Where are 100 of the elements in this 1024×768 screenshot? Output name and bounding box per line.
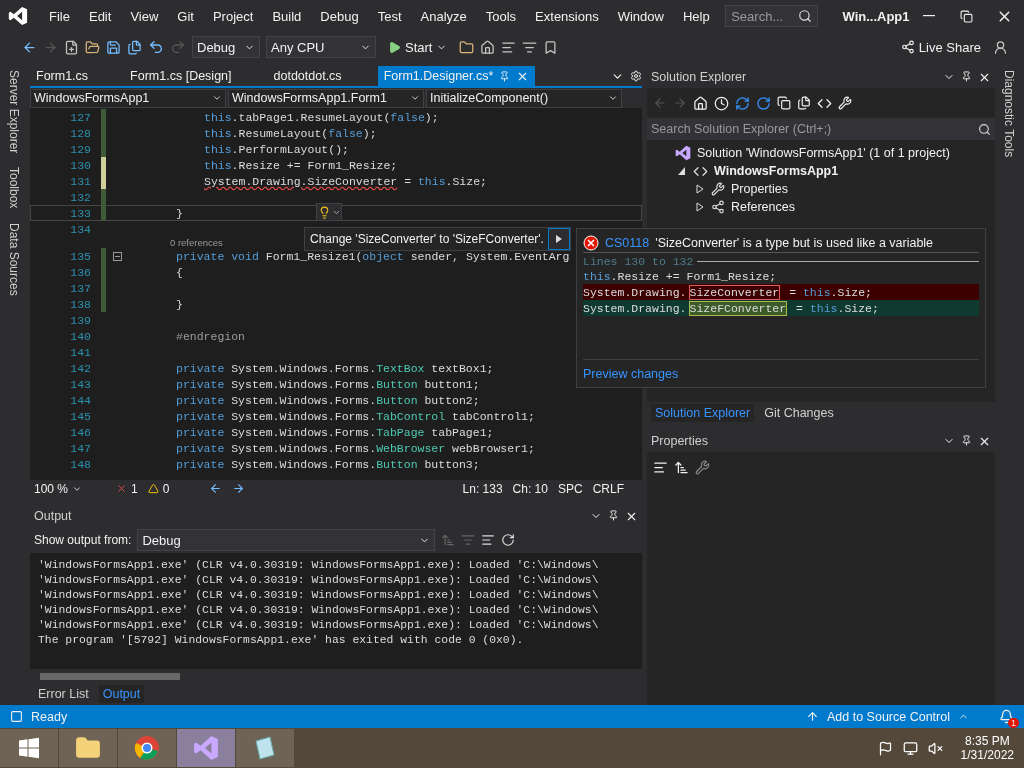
taskbar-app[interactable] — [59, 729, 117, 767]
menu-item[interactable]: Edit — [79, 8, 121, 24]
notifications-icon[interactable] — [999, 709, 1014, 724]
menu-item[interactable]: Project — [203, 8, 263, 24]
notification-badge: 1 — [1008, 718, 1019, 728]
configuration-dropdown[interactable]: Debug — [192, 36, 260, 58]
taskbar-app[interactable] — [236, 729, 294, 767]
code-text: private System.Windows.Forms.TabControl tabControl1; — [175, 409, 535, 423]
line-number: 131 — [69, 174, 91, 188]
line-number: 138 — [69, 297, 91, 311]
lines-icon[interactable] — [522, 39, 538, 55]
quick-action-item[interactable]: Change 'SizeConverter' to 'SizeFConverter'. — [310, 232, 544, 246]
panel-tab[interactable]: Error List — [34, 685, 93, 703]
network-icon[interactable] — [902, 740, 918, 756]
tree-item[interactable]: References — [647, 198, 995, 216]
folder-icon[interactable] — [459, 39, 475, 55]
sync-icon[interactable] — [735, 95, 750, 111]
menu-item[interactable]: Analyze — [411, 8, 477, 24]
error-code-link[interactable]: CS0118 — [605, 235, 650, 250]
editor-tab[interactable]: dotdotdot.cs — [267, 66, 348, 86]
folder-icon[interactable] — [85, 39, 100, 55]
alphabetical-icon[interactable] — [674, 459, 689, 475]
pin-icon[interactable] — [608, 509, 619, 521]
warning-count[interactable]: 0 — [147, 481, 170, 496]
clock-date: 1/31/2022 — [960, 748, 1014, 762]
bookmark-icon[interactable] — [543, 39, 559, 55]
live-share-button[interactable]: Live Share — [894, 38, 987, 56]
source-control-link[interactable]: Add to Source Control — [827, 709, 950, 724]
tree-item[interactable]: Solution 'WindowsFormsApp1' (1 of 1 project) — [647, 144, 995, 162]
expanded-caret-icon[interactable] — [678, 166, 686, 176]
panel-title: Solution Explorer — [651, 70, 747, 84]
taskbar-app[interactable] — [118, 729, 176, 767]
back-icon[interactable] — [22, 39, 37, 55]
editor-tab[interactable]: Form1.cs — [30, 66, 95, 86]
side-tab[interactable]: Server Explorer — [7, 70, 21, 154]
code-text: { — [175, 265, 183, 279]
collapsed-caret-icon[interactable] — [696, 202, 704, 212]
platform-dropdown[interactable]: Any CPU — [266, 36, 376, 58]
side-tab[interactable]: Diagnostic Tools — [1002, 70, 1016, 158]
pin-icon[interactable] — [961, 434, 972, 446]
expand-preview-button[interactable] — [547, 228, 570, 250]
collapsed-caret-icon[interactable] — [696, 184, 704, 194]
account-icon[interactable] — [993, 39, 1008, 55]
start-button[interactable] — [0, 729, 58, 767]
menu-item[interactable]: Debug — [310, 8, 369, 24]
side-tab[interactable]: Toolbox — [7, 167, 21, 209]
line-number: 127 — [69, 110, 91, 124]
menu-item[interactable]: Tools — [476, 8, 526, 24]
menu-item[interactable]: Help — [673, 8, 720, 24]
panel-tab[interactable]: Output — [98, 685, 145, 703]
zoom-dropdown[interactable]: 100 % — [34, 481, 83, 496]
new-file-icon[interactable] — [64, 39, 79, 55]
menu-item[interactable]: Test — [368, 8, 411, 24]
lightbulb-button[interactable] — [316, 203, 342, 221]
error-count[interactable]: 1 — [116, 481, 138, 496]
menu-item[interactable]: Window — [608, 8, 674, 24]
menu-item[interactable]: File — [39, 8, 80, 24]
tree-item[interactable]: Properties — [647, 180, 995, 198]
tree-item[interactable]: WindowsFormsApp1 — [647, 162, 995, 180]
line-number: 139 — [69, 313, 91, 327]
flag-icon[interactable] — [877, 740, 893, 756]
pin-icon[interactable] — [961, 70, 972, 82]
settings-icon[interactable] — [630, 70, 642, 82]
save-icon[interactable] — [106, 39, 121, 55]
menu-item[interactable]: Extensions — [525, 8, 609, 24]
sort-icon[interactable] — [441, 533, 456, 547]
menu-item[interactable]: Git — [167, 8, 204, 24]
navigation-dropdown[interactable]: InitializeComponent() — [426, 88, 622, 108]
start-button[interactable]: Start — [382, 38, 454, 56]
navigation-dropdown[interactable]: WindowsFormsApp1.Form1 — [228, 88, 424, 108]
scrollbar-thumb[interactable] — [40, 672, 180, 680]
save-all-icon[interactable] — [127, 39, 142, 55]
show-all-files-icon[interactable] — [797, 96, 811, 110]
panel-tab[interactable]: Solution Explorer — [651, 404, 755, 422]
align-icon[interactable] — [501, 39, 517, 55]
search-field[interactable]: Search Solution Explorer (Ctrl+;) — [647, 118, 995, 140]
home-icon[interactable] — [480, 39, 496, 55]
editor-tab[interactable]: Form1.cs [Design] — [124, 66, 238, 86]
code-text: #endregion — [175, 329, 245, 343]
menu-item[interactable]: Build — [262, 8, 311, 24]
editor-tab[interactable]: Form1.Designer.cs* — [377, 66, 536, 86]
navigation-dropdown[interactable]: WindowsFormsApp1 — [30, 88, 226, 108]
output-source-dropdown[interactable]: Debug — [137, 529, 436, 551]
previous-issue-icon[interactable] — [209, 482, 223, 495]
collapse-icon[interactable] — [112, 251, 122, 261]
menu-item[interactable]: View — [120, 8, 168, 24]
panel-tab[interactable]: Git Changes — [760, 404, 838, 422]
search-field[interactable]: Search... — [725, 5, 819, 27]
undo-icon[interactable] — [148, 39, 164, 55]
history-icon[interactable] — [714, 95, 729, 111]
line-number: 147 — [69, 441, 91, 455]
refresh-icon[interactable] — [756, 95, 771, 111]
side-tab[interactable]: Data Sources — [7, 222, 21, 296]
preview-changes-link[interactable]: Preview changes — [583, 366, 679, 381]
line-indicator: Ln: 133 — [462, 481, 503, 496]
code-text: private System.Windows.Forms.Button button3; — [175, 457, 480, 471]
references-link[interactable]: 0 references — [170, 237, 223, 248]
clock-time: 8:35 PM — [964, 734, 1010, 748]
volume-icon[interactable] — [927, 740, 943, 756]
next-issue-icon[interactable] — [232, 482, 246, 495]
